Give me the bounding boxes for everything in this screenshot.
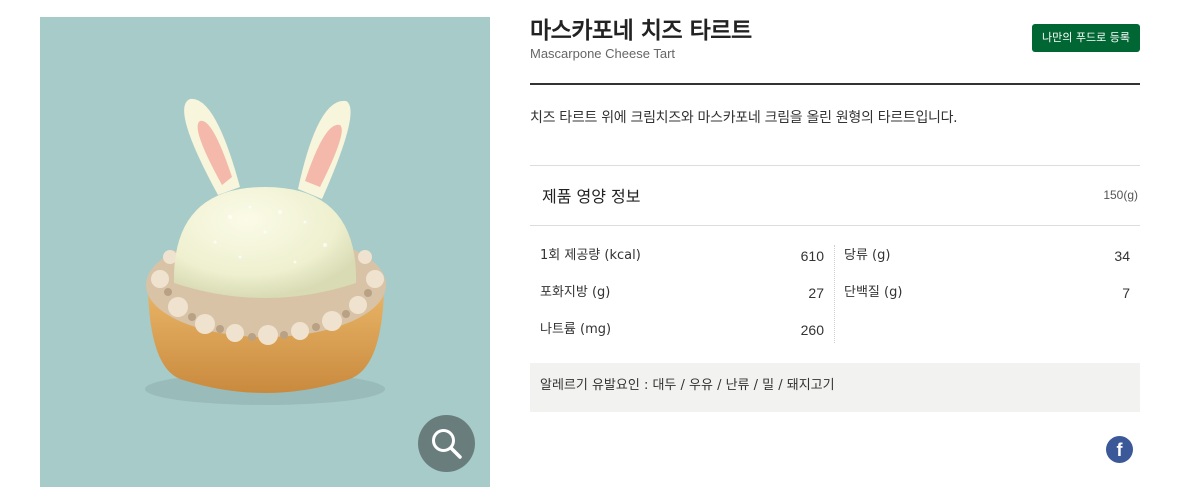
magnifier-icon <box>432 429 462 459</box>
product-subtitle: Mascarpone Cheese Tart <box>530 46 676 61</box>
nutrition-label: 1회 제공량 (kcal) <box>540 248 641 263</box>
facebook-share-button[interactable]: f <box>1106 436 1133 463</box>
register-favorite-button[interactable]: 나만의 푸드로 등록 <box>1032 24 1140 52</box>
zoom-button[interactable] <box>418 415 475 472</box>
nutrition-label: 당류 (g) <box>844 248 891 263</box>
product-image <box>40 17 490 487</box>
title-divider <box>530 83 1140 85</box>
product-title: 마스카포네 치즈 타르트 <box>530 18 752 44</box>
nutrition-value: 34 <box>1114 248 1130 264</box>
nutrition-value: 610 <box>800 248 824 264</box>
nutrition-label: 포화지방 (g) <box>540 285 611 300</box>
nutrition-label: 단백질 (g) <box>844 285 903 300</box>
allergy-info: 알레르기 유발요인 : 대두 / 우유 / 난류 / 밀 / 돼지고기 <box>530 363 1140 412</box>
product-description: 치즈 타르트 위에 크림치즈와 마스카포네 크림을 올린 원형의 타르트입니다. <box>530 110 958 126</box>
nutrition-row: 1회 제공량 (kcal) 610 <box>540 239 824 273</box>
nutrition-row: 단백질 (g) 7 <box>844 276 1130 310</box>
nutrition-label: 나트륨 (mg) <box>540 322 612 337</box>
nutrition-title: 제품 영양 정보 <box>542 187 641 206</box>
nutrition-value: 7 <box>1122 285 1130 301</box>
tart-illustration <box>145 98 386 405</box>
nutrition-value: 260 <box>800 322 824 338</box>
nutrition-table: 1회 제공량 (kcal) 610 포화지방 (g) 27 나트륨 (mg) 2… <box>530 239 1140 347</box>
nutrition-row: 포화지방 (g) 27 <box>540 276 824 310</box>
nutrition-divider <box>530 225 1140 226</box>
product-info: 마스카포네 치즈 타르트 Mascarpone Cheese Tart 나만의 … <box>530 0 1140 491</box>
nutrition-value: 27 <box>808 285 824 301</box>
nutrition-top-divider <box>530 165 1140 166</box>
serving-weight: 150(g) <box>1103 188 1138 202</box>
nutrition-row: 나트륨 (mg) 260 <box>540 313 824 347</box>
nutrition-row: 당류 (g) 34 <box>844 239 1130 273</box>
facebook-icon: f <box>1116 440 1123 460</box>
nutrition-column-divider <box>834 245 835 343</box>
